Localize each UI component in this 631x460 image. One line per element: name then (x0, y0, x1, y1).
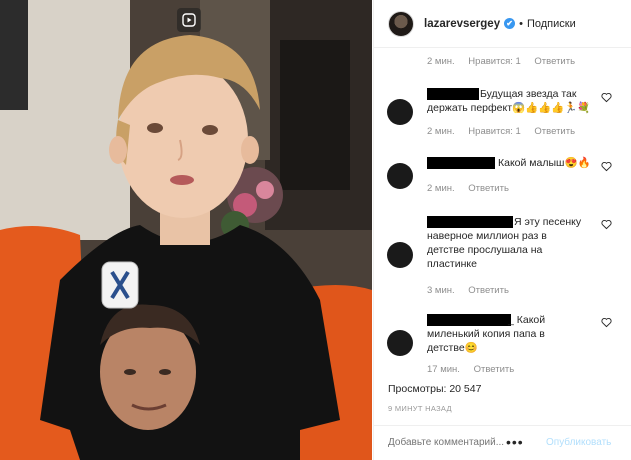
comment-time: 17 мин. (427, 364, 460, 375)
comment-text: детстве😊 (427, 342, 478, 354)
commenter-avatar[interactable] (387, 99, 413, 125)
comment-time: 2 мин. (427, 183, 455, 194)
comment-likes[interactable]: Нравится: 1 (468, 126, 520, 137)
heart-icon[interactable] (601, 161, 612, 172)
comment-text: детстве прослушала на (427, 244, 543, 256)
comment-text: держать перфект😱👍👍👍🏃💐 (427, 102, 591, 114)
comment-text: наверное миллион раз в (427, 230, 547, 242)
comment-text: пластинке (427, 258, 477, 270)
redacted-username (427, 216, 513, 228)
comment-meta: 3 мин. Ответить (427, 285, 520, 296)
comment-text: миленький копия папа в (427, 328, 545, 340)
reply-button[interactable]: Ответить (474, 364, 515, 375)
comment-time: 2 мин. (427, 126, 455, 137)
comment-text: Я эту песенку (514, 216, 582, 228)
commenter-avatar[interactable] (387, 163, 413, 189)
comment-meta: 2 мин. Нравится: 1 Ответить (427, 56, 586, 67)
redacted-username (427, 157, 495, 169)
comment-meta: 2 мин. Нравится: 1 Ответить (427, 126, 586, 137)
post-media[interactable] (0, 0, 372, 460)
post-details-panel: lazarevsergey ✔ • Подписки 2 мин. Нравит… (373, 0, 631, 460)
redacted-username (427, 314, 511, 326)
comment-text: _ Какой (508, 314, 546, 326)
author-username[interactable]: lazarevsergey (424, 18, 500, 30)
comment-meta: 17 мин. Ответить (427, 364, 525, 375)
add-comment-bar: ••• Опубликовать (374, 425, 631, 460)
comment-time: 3 мин. (427, 285, 455, 296)
heart-icon[interactable] (601, 92, 612, 103)
views-count[interactable]: Просмотры: 20 547 (388, 383, 481, 395)
comment-meta: 2 мин. Ответить (427, 183, 520, 194)
header-separator: • (519, 17, 523, 30)
more-options-icon[interactable]: ••• (506, 434, 524, 450)
following-button[interactable]: Подписки (527, 18, 576, 30)
heart-icon[interactable] (601, 317, 612, 328)
redacted-username (427, 88, 479, 100)
post-time-ago[interactable]: 9 МИНУТ НАЗАД (388, 404, 452, 413)
video-camera-icon (177, 8, 201, 32)
video-frame (0, 0, 372, 460)
commenter-avatar[interactable] (387, 242, 413, 268)
verified-badge-icon: ✔ (504, 18, 516, 29)
comment-time: 2 мин. (427, 56, 455, 67)
comment-likes[interactable]: Нравится: 1 (468, 56, 520, 67)
commenter-avatar[interactable] (387, 330, 413, 356)
reply-button[interactable]: Ответить (534, 56, 575, 67)
reply-button[interactable]: Ответить (468, 285, 509, 296)
comment-text: Какой малыш😍🔥 (498, 157, 591, 169)
heart-icon[interactable] (601, 219, 612, 230)
post-header: lazarevsergey ✔ • Подписки (374, 0, 631, 48)
author-avatar[interactable] (388, 10, 414, 37)
post-comment-button[interactable]: Опубликовать (546, 437, 611, 448)
reply-button[interactable]: Ответить (534, 126, 575, 137)
reply-button[interactable]: Ответить (468, 183, 509, 194)
comment-text: Будущая звезда так (480, 88, 577, 100)
